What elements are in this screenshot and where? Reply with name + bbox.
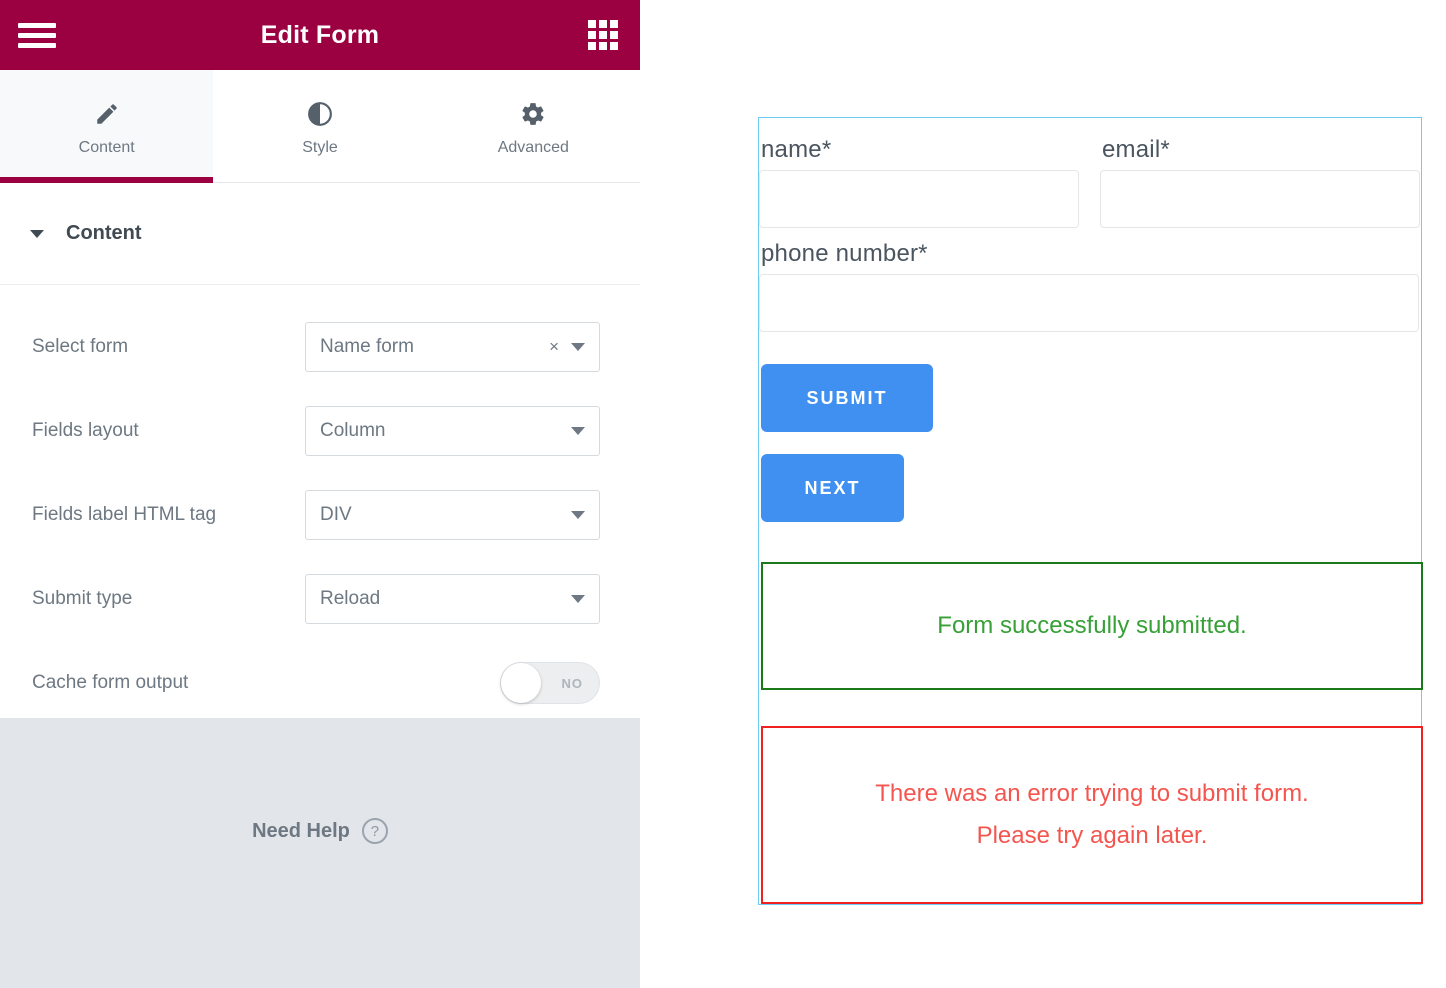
control-row-submit-type: Submit type Reload bbox=[0, 557, 640, 641]
fields-layout-label: Fields layout bbox=[32, 420, 139, 441]
content-section-header[interactable]: Content bbox=[0, 183, 640, 285]
clear-selection-icon[interactable]: × bbox=[549, 337, 559, 357]
content-controls: Select form Name form × Fields layout Co… bbox=[0, 285, 640, 761]
panel-tabs: Content Style Advanced bbox=[0, 70, 640, 183]
email-input[interactable] bbox=[1100, 170, 1420, 228]
email-field-label: email* bbox=[1102, 136, 1170, 163]
control-row-fields-label-html-tag: Fields label HTML tag DIV bbox=[0, 473, 640, 557]
success-message-box: Form successfully submitted. bbox=[761, 562, 1423, 690]
fields-label-html-tag-dropdown[interactable]: DIV bbox=[305, 490, 600, 540]
content-section-title: Content bbox=[66, 222, 142, 244]
submit-type-label: Submit type bbox=[32, 588, 133, 609]
need-help-link[interactable]: Need Help ? bbox=[0, 818, 640, 844]
name-input[interactable] bbox=[759, 170, 1079, 228]
contrast-icon bbox=[307, 101, 333, 127]
page-title: Edit Form bbox=[260, 20, 380, 49]
control-row-fields-layout: Fields layout Column bbox=[0, 389, 640, 473]
caret-down-icon bbox=[30, 229, 44, 238]
cache-form-output-label: Cache form output bbox=[32, 672, 189, 693]
form-widget: name* email* phone number* SUBMIT NEXT F… bbox=[758, 117, 1423, 905]
error-message-line-2: Please try again later. bbox=[976, 822, 1208, 849]
apps-grid-icon[interactable] bbox=[586, 18, 620, 52]
next-button[interactable]: NEXT bbox=[761, 454, 904, 522]
chevron-down-icon bbox=[571, 427, 585, 435]
tab-content[interactable]: Content bbox=[0, 70, 214, 183]
phone-field-label: phone number* bbox=[761, 240, 928, 267]
app-screen: Edit Form Content Style Advanced Content… bbox=[0, 0, 1446, 988]
toggle-knob bbox=[501, 663, 541, 703]
tab-style-label: Style bbox=[302, 139, 338, 156]
chevron-down-icon bbox=[571, 511, 585, 519]
success-message-text: Form successfully submitted. bbox=[937, 612, 1247, 639]
form-preview-area: name* email* phone number* SUBMIT NEXT F… bbox=[640, 0, 1446, 988]
phone-input[interactable] bbox=[759, 274, 1419, 332]
tab-content-label: Content bbox=[78, 139, 135, 156]
chevron-down-icon bbox=[571, 343, 585, 351]
control-row-cache-form-output: Cache form output NO bbox=[0, 641, 640, 725]
name-field-label: name* bbox=[761, 136, 832, 163]
fields-label-html-tag-label: Fields label HTML tag bbox=[32, 504, 217, 525]
error-message-box: There was an error trying to submit form… bbox=[761, 726, 1423, 904]
form-row-2: phone number* bbox=[759, 228, 1421, 332]
select-form-label: Select form bbox=[32, 336, 129, 357]
submit-type-value: Reload bbox=[320, 588, 381, 609]
chevron-down-icon bbox=[571, 595, 585, 603]
tab-style[interactable]: Style bbox=[213, 70, 426, 182]
fields-layout-dropdown[interactable]: Column bbox=[305, 406, 600, 456]
edit-form-panel: Edit Form Content Style Advanced Content… bbox=[0, 0, 674, 988]
toggle-state-label: NO bbox=[561, 675, 583, 691]
error-message-line-1: There was an error trying to submit form… bbox=[875, 780, 1309, 807]
fields-label-html-tag-value: DIV bbox=[320, 504, 352, 525]
pencil-icon bbox=[94, 101, 120, 127]
question-circle-icon: ? bbox=[361, 818, 388, 844]
form-row-1: name* email* bbox=[759, 124, 1421, 228]
cache-form-output-toggle[interactable]: NO bbox=[500, 662, 600, 704]
gear-icon bbox=[520, 101, 546, 127]
panel-header: Edit Form bbox=[0, 0, 640, 70]
fields-layout-value: Column bbox=[320, 420, 386, 441]
panel-footer-area: Need Help ? bbox=[0, 718, 640, 988]
control-row-select-form: Select form Name form × bbox=[0, 305, 640, 389]
tab-advanced[interactable]: Advanced bbox=[427, 70, 640, 182]
need-help-label: Need Help bbox=[252, 819, 350, 842]
select-form-value: Name form bbox=[320, 336, 414, 357]
form-field-name: name* bbox=[759, 124, 1080, 228]
form-field-phone: phone number* bbox=[759, 228, 1421, 332]
tab-advanced-label: Advanced bbox=[497, 139, 569, 156]
submit-type-dropdown[interactable]: Reload bbox=[305, 574, 600, 624]
hamburger-menu-icon[interactable] bbox=[18, 17, 56, 53]
submit-button[interactable]: SUBMIT bbox=[761, 364, 933, 432]
form-field-email: email* bbox=[1100, 124, 1421, 228]
select-form-dropdown[interactable]: Name form × bbox=[305, 322, 600, 372]
